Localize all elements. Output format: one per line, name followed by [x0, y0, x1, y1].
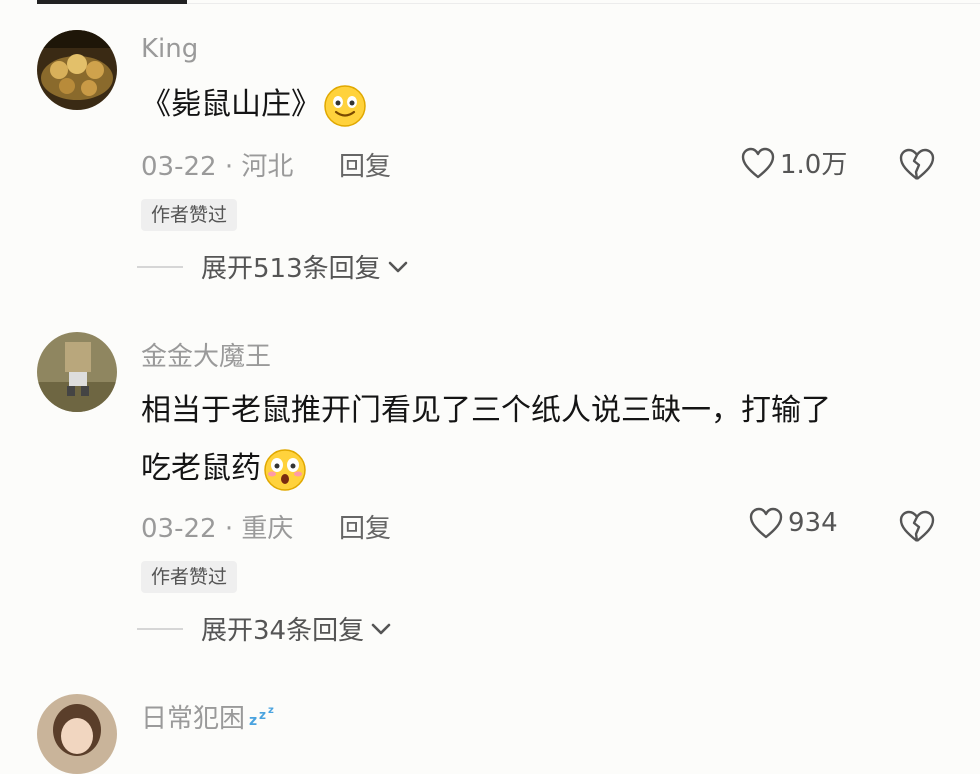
chevron-down-icon: [388, 261, 407, 272]
svg-text:z: z: [259, 708, 266, 722]
svg-text:z: z: [268, 705, 274, 716]
dislike-button[interactable]: [897, 508, 937, 544]
like-count: 1.0万: [780, 150, 848, 180]
comment-meta: 03-22 · 河北: [141, 146, 293, 183]
username-text: 日常犯困: [141, 704, 246, 734]
tab-indicator: [37, 0, 187, 4]
username[interactable]: 日常犯困 z z z: [141, 698, 281, 736]
expand-replies-button[interactable]: 展开34条回复: [137, 610, 392, 647]
expand-divider: [137, 265, 183, 268]
username[interactable]: King: [141, 34, 198, 64]
meta-separator: ·: [224, 152, 234, 182]
comment-text: 《毙鼠山庄》: [141, 76, 367, 134]
username[interactable]: 金金大魔王: [141, 336, 271, 373]
comment-date: 03-22: [141, 514, 217, 544]
broken-heart-icon: [899, 148, 935, 180]
expand-replies-label: 展开34条回复: [201, 616, 365, 646]
comment-location: 重庆: [241, 514, 294, 544]
expand-replies-label: 展开513条回复: [201, 254, 381, 284]
comment-text: 相当于老鼠推开门看见了三个纸人说三缺一，打输了 吃老鼠药: [141, 382, 831, 498]
svg-text:z: z: [249, 713, 257, 729]
comment-location: 河北: [241, 152, 294, 182]
comment-meta: 03-22 · 重庆: [141, 508, 293, 545]
avatar[interactable]: [37, 694, 117, 774]
comment-text-line: 《毙鼠山庄》: [141, 87, 321, 122]
comment-text-line: 吃老鼠药: [141, 451, 261, 486]
expand-replies-button[interactable]: 展开513条回复: [137, 248, 409, 285]
chevron-down-icon: [371, 623, 391, 634]
top-divider: [187, 3, 980, 4]
avatar[interactable]: [37, 332, 117, 412]
author-liked-badge: 作者赞过: [141, 561, 238, 593]
like-count: 934: [788, 508, 838, 538]
heart-icon: [741, 147, 775, 178]
heart-icon: [749, 507, 783, 539]
expand-divider: [137, 627, 183, 630]
avatar[interactable]: [37, 30, 117, 110]
meta-separator: ·: [224, 514, 234, 544]
broken-heart-icon: [899, 510, 935, 542]
astonished-face-emoji-icon: [263, 448, 307, 492]
comment-text-line: 相当于老鼠推开门看见了三个纸人说三缺一，打输了: [141, 393, 831, 428]
zzz-emoji-icon: z z z: [247, 703, 281, 736]
like-button[interactable]: 934: [748, 506, 838, 540]
author-liked-badge: 作者赞过: [141, 199, 238, 231]
smiling-face-emoji-icon: [323, 84, 367, 128]
reply-button[interactable]: 回复: [339, 508, 391, 545]
reply-button[interactable]: 回复: [339, 146, 391, 183]
comment-date: 03-22: [141, 152, 217, 182]
like-button[interactable]: 1.0万: [740, 144, 847, 181]
dislike-button[interactable]: [897, 146, 937, 182]
